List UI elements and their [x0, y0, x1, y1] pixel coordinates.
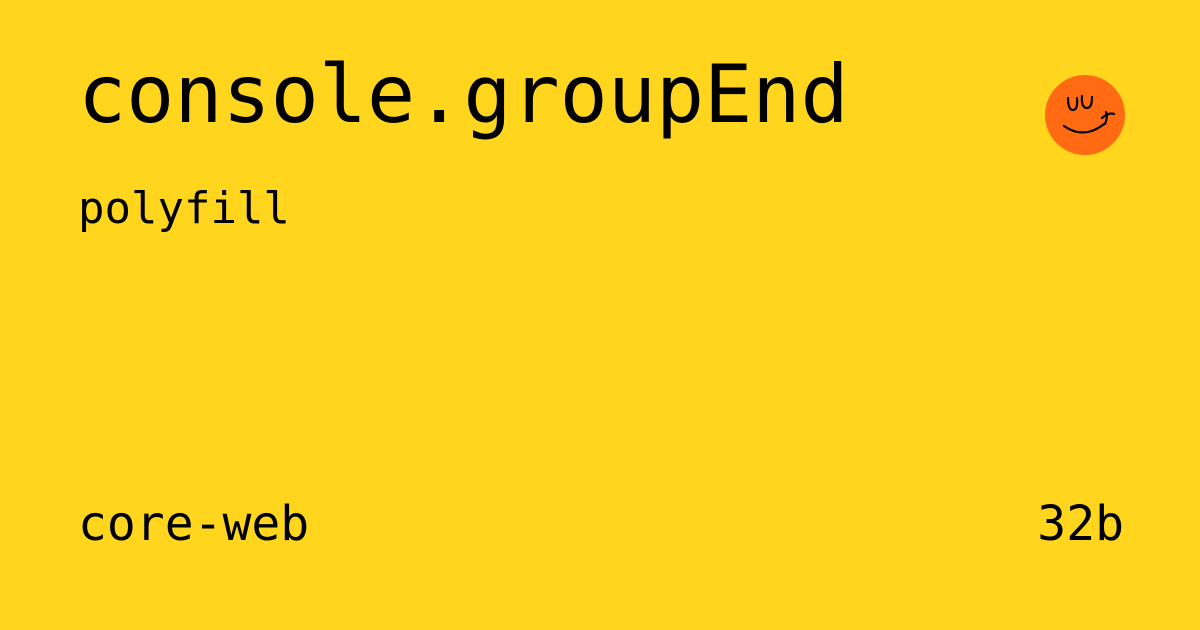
smiley-face-icon — [1044, 74, 1126, 156]
package-name: core-web — [78, 496, 310, 552]
size-value: 32b — [1037, 496, 1124, 552]
page-title: console.groupEnd — [78, 48, 849, 141]
social-card: console.groupEnd polyfill core-web 32b — [0, 0, 1200, 630]
category-label: polyfill — [78, 183, 290, 234]
